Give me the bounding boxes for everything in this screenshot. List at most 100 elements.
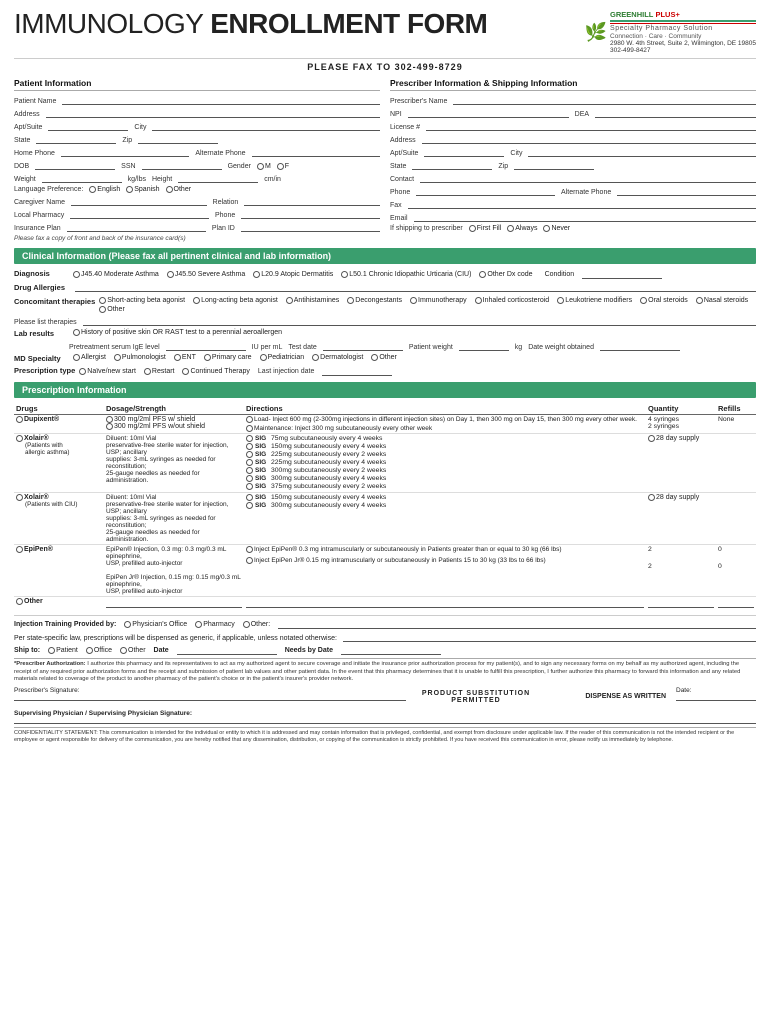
md-dermatologist[interactable]: Dermatologist [312, 354, 363, 361]
rx-naive[interactable]: Naïve/new start [79, 368, 136, 375]
pretreatment-input[interactable] [166, 341, 246, 351]
zip-input[interactable] [138, 134, 218, 144]
md-pediatrician[interactable]: Pediatrician [260, 354, 305, 361]
dupixent-select[interactable]: Dupixent® [16, 416, 102, 423]
injection-other-input[interactable] [278, 619, 756, 629]
presc-city-input[interactable] [528, 147, 756, 157]
ship-patient[interactable]: Patient [48, 647, 78, 654]
lang-english-radio[interactable] [89, 186, 96, 193]
presc-zip-input[interactable] [514, 160, 594, 170]
npi-input[interactable] [408, 108, 569, 118]
xolair-ciu-28day[interactable]: 28 day supply [648, 494, 714, 501]
drug-allergies-input[interactable] [75, 282, 756, 292]
pharmacy-phone-input[interactable] [241, 209, 380, 219]
ship-office[interactable]: Office [86, 647, 112, 654]
epipen-radio[interactable] [16, 546, 23, 553]
conc-decongestants[interactable]: Decongestants [347, 297, 402, 304]
other-quantity-input[interactable] [648, 598, 714, 608]
xolair-sig6[interactable]: SIG300mg subcutaneously every 4 weeks [246, 475, 644, 482]
other-dosage-input[interactable] [106, 598, 242, 608]
always-option[interactable]: Always [507, 225, 537, 232]
xolair-asthma-select[interactable]: Xolair® [16, 435, 102, 442]
caregiver-input[interactable] [71, 196, 207, 206]
apt-input[interactable] [48, 121, 128, 131]
home-phone-input[interactable] [61, 147, 189, 157]
needs-by-input[interactable] [341, 645, 441, 655]
license-input[interactable] [426, 121, 756, 131]
city-input[interactable] [152, 121, 380, 131]
diag-l209[interactable]: L20.9 Atopic Dermatitis [253, 271, 333, 278]
xolair-ciu-sig1[interactable]: SIG150mg subcutaneously every 4 weeks [246, 494, 644, 501]
presc-apt-input[interactable] [424, 147, 504, 157]
relation-input[interactable] [244, 196, 380, 206]
dea-input[interactable] [595, 108, 756, 118]
xolair-sig1[interactable]: SIG75mg subcutaneously every 4 weeks [246, 435, 644, 442]
gender-m-radio[interactable] [257, 163, 264, 170]
other-select[interactable]: Other [16, 598, 102, 605]
dupixent-radio[interactable] [16, 416, 23, 423]
other-radio[interactable] [16, 598, 23, 605]
epipen-select[interactable]: EpiPen® [16, 546, 102, 553]
lang-other-option[interactable]: Other [166, 186, 192, 193]
conc-immunotherapy[interactable]: Immunotherapy [410, 297, 467, 304]
epipen-dir1[interactable]: Inject EpiPen® 0.3 mg intramuscularly or… [246, 546, 644, 553]
dob-input[interactable] [35, 160, 115, 170]
conc-oral-steroids[interactable]: Oral steroids [640, 297, 688, 304]
md-allergist[interactable]: Allergist [73, 354, 106, 361]
please-list-input[interactable] [83, 316, 756, 326]
conc-other[interactable]: Other [99, 306, 125, 313]
xolair-sig3[interactable]: SIG225mg subcutaneously every 2 weeks [246, 451, 644, 458]
gender-f-option[interactable]: F [277, 163, 289, 170]
alt-phone-input[interactable] [252, 147, 380, 157]
xolair-ciu-radio[interactable] [16, 494, 23, 501]
rx-restart[interactable]: Restart [144, 368, 175, 375]
weight-input[interactable] [42, 173, 122, 183]
contact-input[interactable] [420, 173, 756, 183]
ssn-input[interactable] [142, 160, 222, 170]
email-input[interactable] [414, 212, 756, 222]
patient-name-input[interactable] [62, 95, 380, 105]
date-weight-input[interactable] [600, 341, 680, 351]
conc-antihistamines[interactable]: Antihistamines [286, 297, 340, 304]
lang-english-option[interactable]: English [89, 186, 120, 193]
injection-pharmacy[interactable]: Pharmacy [195, 621, 235, 628]
first-fill-option[interactable]: First Fill [469, 225, 502, 232]
dupixent-dose1[interactable]: 300 mg/2ml PFS w/ shield [106, 416, 242, 423]
conc-nasal-steroids[interactable]: Nasal steroids [696, 297, 748, 304]
plan-id-input[interactable] [241, 222, 380, 232]
gender-f-radio[interactable] [277, 163, 284, 170]
other-directions-input[interactable] [246, 598, 644, 608]
epipen-dir2[interactable]: Inject EpiPen Jr® 0.15 mg intramuscularl… [246, 557, 644, 564]
diag-j4540[interactable]: J45.40 Moderate Asthma [73, 271, 159, 278]
xolair-sig2[interactable]: SIG150mg subcutaneously every 4 weeks [246, 443, 644, 450]
presc-address-input[interactable] [422, 134, 756, 144]
injection-physician[interactable]: Physician's Office [124, 621, 187, 628]
dupixent-dir1[interactable]: Load- Inject 600 mg (2-300mg injections … [246, 416, 644, 423]
lang-other-radio[interactable] [166, 186, 173, 193]
conc-inhaled-cs[interactable]: Inhaled corticosteroid [475, 297, 550, 304]
md-other[interactable]: Other [371, 354, 397, 361]
dupixent-dose2[interactable]: 300 mg/2ml PFS w/out shield [106, 423, 242, 430]
conc-leukotriene[interactable]: Leukotriene modifiers [557, 297, 632, 304]
gender-m-option[interactable]: M [257, 163, 271, 170]
ship-other[interactable]: Other [120, 647, 146, 654]
xolair-ciu-select[interactable]: Xolair® [16, 494, 102, 501]
injection-other[interactable]: Other: [243, 621, 270, 628]
xolair-sig4[interactable]: SIG225mg subcutaneously every 4 weeks [246, 459, 644, 466]
presc-alt-phone-input[interactable] [617, 186, 756, 196]
md-primary[interactable]: Primary care [204, 354, 252, 361]
dupixent-dir2[interactable]: Maintenance: Inject 300 mg subcutaneousl… [246, 425, 644, 432]
patient-weight-input[interactable] [459, 341, 509, 351]
last-injection-input[interactable] [322, 366, 392, 376]
diag-l501[interactable]: L50.1 Chronic Idiopathic Urticaria (CIU) [341, 271, 471, 278]
md-pulmonologist[interactable]: Pulmonologist [114, 354, 166, 361]
lang-spanish-radio[interactable] [126, 186, 133, 193]
lang-spanish-option[interactable]: Spanish [126, 186, 159, 193]
pharmacy-input[interactable] [70, 209, 209, 219]
xolair-28day[interactable]: 28 day supply [648, 435, 714, 442]
generic-note-input[interactable] [343, 632, 756, 642]
date-input[interactable] [177, 645, 277, 655]
always-radio[interactable] [507, 225, 514, 232]
md-ent[interactable]: ENT [174, 354, 196, 361]
address-input[interactable] [46, 108, 380, 118]
